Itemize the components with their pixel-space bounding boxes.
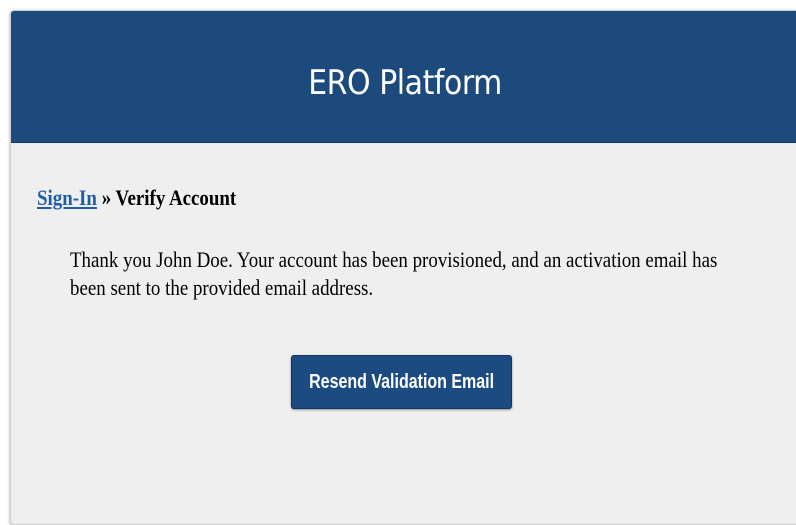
resend-button-label: Resend Validation Email	[309, 370, 494, 393]
breadcrumb: Sign-In » Verify Account	[37, 185, 236, 211]
sign-in-link[interactable]: Sign-In	[37, 185, 97, 210]
app-title: ERO Platform	[308, 62, 502, 103]
verify-account-card: ERO Platform Sign-In » Verify Account Th…	[10, 10, 796, 525]
app-header: ERO Platform	[11, 11, 796, 143]
breadcrumb-current: Verify Account	[115, 185, 237, 210]
breadcrumb-separator: »	[96, 185, 116, 210]
confirmation-message: Thank you John Doe. Your account has bee…	[70, 247, 718, 300]
resend-validation-email-button[interactable]: Resend Validation Email	[291, 355, 512, 409]
